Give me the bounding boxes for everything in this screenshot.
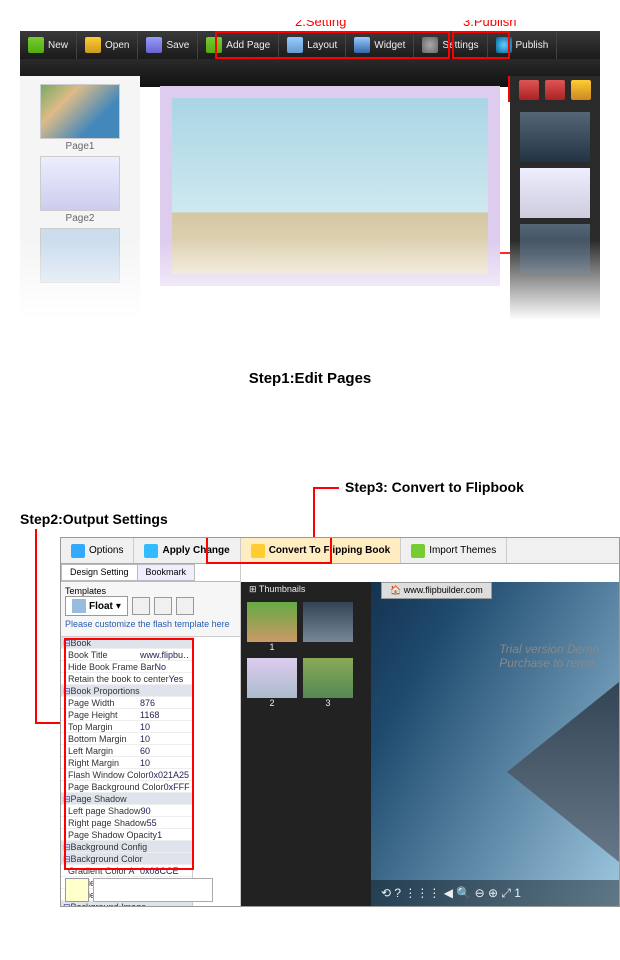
preview-nav-bar[interactable]: ⟲ ? ⋮⋮⋮ ◀ 🔍 ⊖ ⊕ ⤢ 1 [371,880,619,906]
fade-overlay [20,240,600,320]
output-settings-screenshot: Options Apply Change Convert To Flipping… [60,537,620,907]
anno-publish: 3.Publish [463,20,516,29]
step2-label: Step2:Output Settings [20,511,168,527]
template-btn[interactable] [176,597,194,615]
redbox-settings-group [215,31,450,59]
preview-thumb[interactable] [303,602,353,652]
anno-setting: 2.Setting [295,20,346,29]
template-note: Please customize the flash template here [65,616,236,632]
apply-icon [144,544,158,558]
step2-line-v [35,529,37,722]
chevron-down-icon: ▾ [116,601,121,612]
thumbnails-label: ⊞ Thumbnails [249,584,305,595]
redbox-props [64,638,194,870]
photo-tool-button[interactable] [545,80,565,100]
thumb-img [247,658,297,698]
page-thumb[interactable]: Page2 [40,156,120,224]
thumb-image [40,156,120,211]
trial-watermark: Trial version Demo Purchase to remo [499,642,599,670]
top-tabs: Options Apply Change Convert To Flipping… [61,538,619,564]
flip-page-preview[interactable] [459,682,619,862]
photo-item[interactable] [520,168,590,218]
preview-thumb-panel: 1 2 3 [241,582,371,906]
open-button[interactable]: Open [77,31,138,59]
new-icon [28,37,44,53]
thumb-img [247,602,297,642]
template-select[interactable]: Float▾ [65,596,128,616]
folder-button[interactable] [65,878,89,902]
edit-pages-screenshot: 2.Setting 3.Publish 1.Add Photo New Open… [20,20,600,320]
path-field[interactable] [93,878,213,902]
options-icon [71,544,85,558]
new-button[interactable]: New [20,31,77,59]
template-icon [72,599,86,613]
thumb-image [40,84,120,139]
address-bar[interactable]: 🏠 www.flipbuilder.com [381,582,492,599]
photo-tool-button[interactable] [571,80,591,100]
redbox-publish [452,31,510,59]
save-icon [146,37,162,53]
bookmark-tab[interactable]: Bookmark [137,564,196,581]
photo-toolbar [510,80,600,100]
templates-label: Templates [65,586,236,596]
open-icon [85,37,101,53]
redbox-convert [206,537,332,564]
bottom-annotations: Step3: Convert to Flipbook Step2:Output … [20,477,600,537]
preview-thumb[interactable]: 3 [303,658,353,708]
save-button[interactable]: Save [138,31,198,59]
options-tab[interactable]: Options [61,538,134,563]
import-icon [411,544,425,558]
template-btn[interactable] [132,597,150,615]
preview-area: ⊞ Thumbnails 🏠 www.flipbuilder.com 1 2 3… [241,582,619,906]
page-thumb[interactable]: Page1 [40,84,120,152]
preview-thumb[interactable]: 1 [247,602,297,652]
subtabs: Design Setting Bookmark [61,564,240,582]
step1-label: Step1:Edit Pages [20,370,600,387]
design-setting-tab[interactable]: Design Setting [61,564,138,581]
add-photo-button[interactable] [519,80,539,100]
thumb-img [303,658,353,698]
photo-item[interactable] [520,112,590,162]
bottom-tool-buttons [65,878,213,902]
step3-label: Step3: Convert to Flipbook [345,479,524,495]
preview-thumb[interactable]: 2 [247,658,297,708]
step3-line-h [313,487,339,489]
template-area: Templates Float▾ Please customize the fl… [61,582,240,637]
template-btn[interactable] [154,597,172,615]
import-themes-button[interactable]: Import Themes [401,538,507,563]
thumb-img [303,602,353,642]
